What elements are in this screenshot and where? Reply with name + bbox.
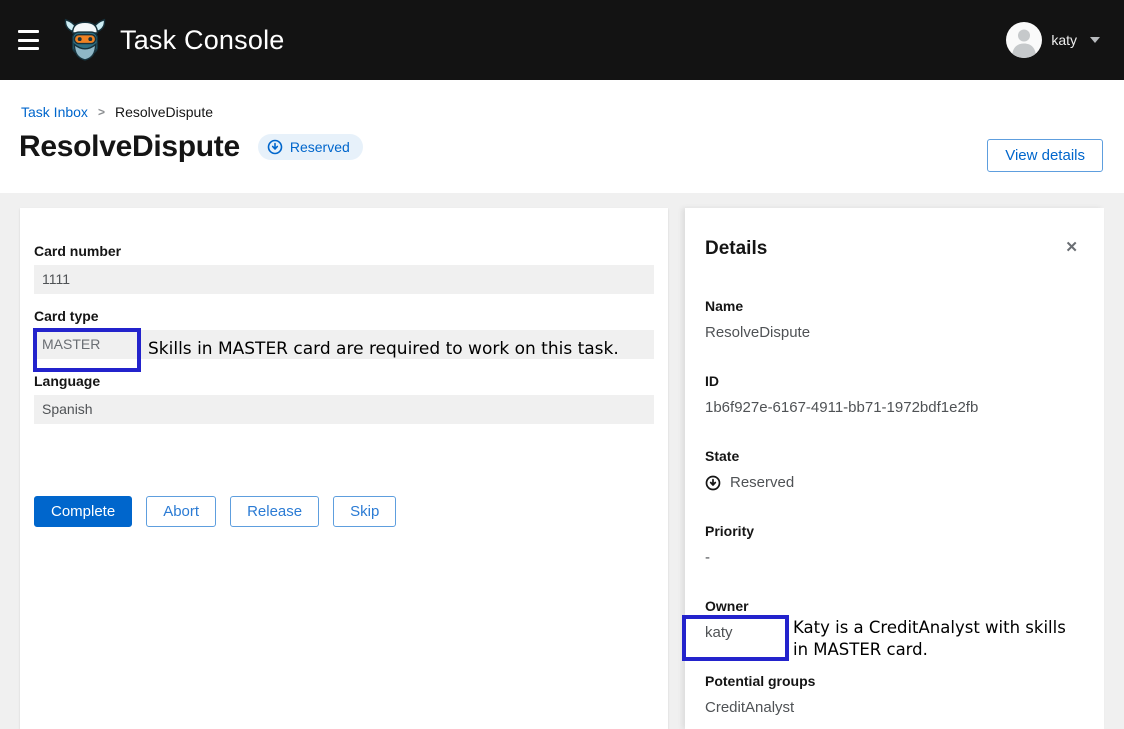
details-priority-value: - [705, 549, 1080, 566]
task-actions: Complete Abort Release Skip [34, 496, 654, 527]
card-type-label: Card type [34, 308, 654, 324]
status-badge: Reserved [258, 134, 363, 160]
card-number-input[interactable] [34, 265, 654, 294]
skip-button[interactable]: Skip [333, 496, 396, 527]
breadcrumb-task-inbox[interactable]: Task Inbox [21, 104, 88, 120]
details-field-state: State Reserved [705, 448, 1080, 491]
card-type-input[interactable] [34, 330, 654, 359]
details-owner-value: katy [705, 624, 1080, 641]
status-badge-label: Reserved [290, 139, 350, 155]
user-menu[interactable]: katy [1006, 22, 1100, 58]
task-form-card: Card number Card type Language Complete … [20, 208, 668, 729]
details-field-potential-groups: Potential groups CreditAnalyst [705, 673, 1080, 716]
details-title: Details [705, 238, 767, 260]
details-field-priority: Priority - [705, 523, 1080, 566]
details-field-owner: Owner katy [705, 598, 1080, 641]
brand: Task Console [62, 17, 284, 63]
avatar [1006, 22, 1042, 58]
breadcrumb-separator-icon: > [98, 105, 105, 119]
reserved-state-icon [705, 475, 721, 491]
breadcrumb: Task Inbox > ResolveDispute [21, 104, 213, 120]
masthead: Task Console katy [0, 0, 1124, 80]
details-panel: Details ✕ Name ResolveDispute ID 1b6f927… [685, 208, 1104, 729]
card-number-label: Card number [34, 243, 654, 259]
breadcrumb-current: ResolveDispute [115, 104, 213, 120]
complete-button[interactable]: Complete [34, 496, 132, 527]
page-title: ResolveDispute [19, 130, 240, 164]
abort-button[interactable]: Abort [146, 496, 216, 527]
details-field-id: ID 1b6f927e-6167-4911-bb71-1972bdf1e2fb [705, 373, 1080, 416]
details-state-value: Reserved [730, 474, 794, 491]
details-id-value: 1b6f927e-6167-4911-bb71-1972bdf1e2fb [705, 399, 1080, 416]
details-potential-groups-value: CreditAnalyst [705, 699, 1080, 716]
language-label: Language [34, 373, 654, 389]
details-field-name: Name ResolveDispute [705, 298, 1080, 341]
user-name: katy [1051, 32, 1077, 48]
app-title: Task Console [120, 25, 284, 56]
language-input[interactable] [34, 395, 654, 424]
menu-toggle-button[interactable] [18, 30, 42, 50]
details-name-value: ResolveDispute [705, 324, 1080, 341]
view-details-button[interactable]: View details [987, 139, 1103, 172]
page-header: Task Inbox > ResolveDispute ResolveDispu… [0, 80, 1124, 193]
close-icon[interactable]: ✕ [1063, 238, 1080, 257]
viking-logo-icon [62, 17, 108, 63]
chevron-down-icon [1090, 37, 1100, 43]
release-button[interactable]: Release [230, 496, 319, 527]
reserved-state-icon [267, 139, 283, 155]
